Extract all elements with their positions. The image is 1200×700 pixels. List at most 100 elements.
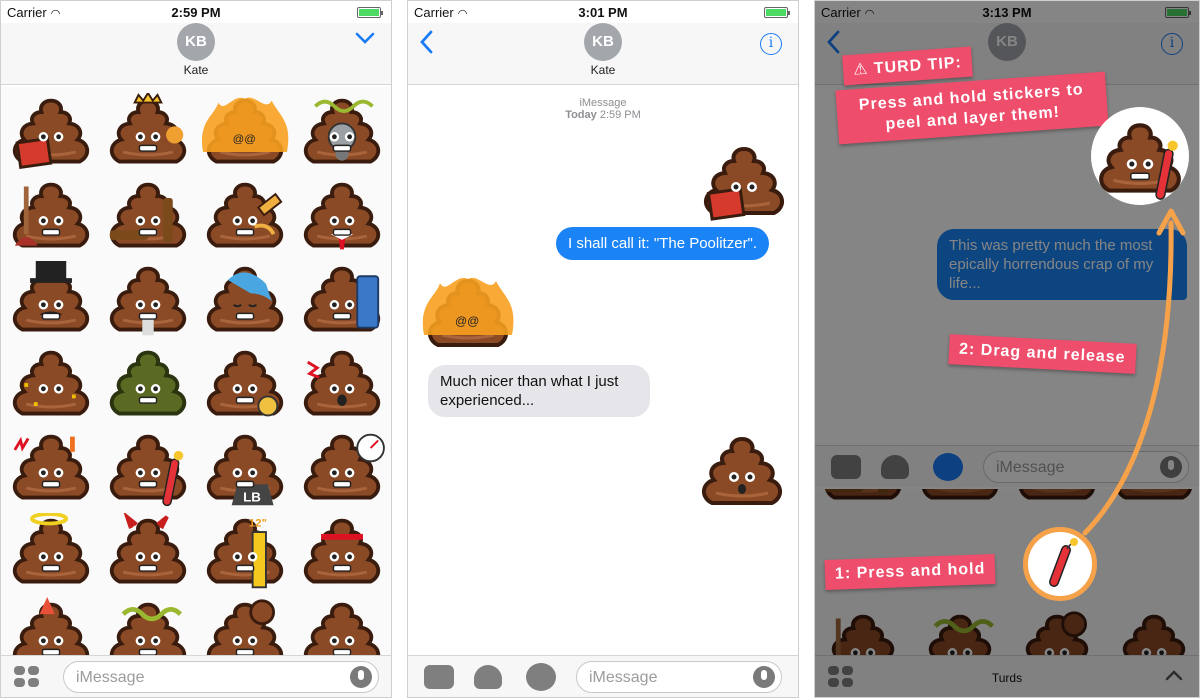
- sticker-grid: @@ LB 12": [1, 87, 391, 655]
- sent-sticker-reading[interactable]: [696, 141, 792, 230]
- devil-sticker-icon[interactable]: [102, 511, 194, 593]
- step-one-tag: 1: Press and hold: [824, 554, 996, 590]
- exploding-sticker-icon[interactable]: [296, 345, 388, 425]
- input-bar: iMessage: [408, 655, 798, 697]
- sleeping-sticker-icon[interactable]: [199, 261, 291, 341]
- sticker-cell[interactable]: [102, 91, 200, 177]
- status-bar: Carrier ◠ 2:59 PM: [1, 1, 391, 23]
- sticker-cell[interactable]: [5, 93, 103, 177]
- confetti-sticker-icon[interactable]: [5, 345, 97, 425]
- received-sticker-flaming[interactable]: @@: [420, 273, 516, 362]
- sticker-cell[interactable]: [102, 177, 200, 261]
- message-input[interactable]: iMessage: [576, 661, 782, 693]
- flaming-sticker-icon[interactable]: @@: [199, 93, 291, 173]
- sticker-cell[interactable]: @@: [199, 93, 297, 177]
- sticker-cell[interactable]: [296, 93, 391, 177]
- sticker-cell[interactable]: [5, 512, 103, 597]
- gasmask-sticker-icon[interactable]: [296, 93, 388, 173]
- ruler-sticker-icon[interactable]: 12": [199, 513, 291, 593]
- porta-potty-sticker-icon[interactable]: [296, 261, 388, 341]
- dynamite-icon: [1049, 538, 1078, 587]
- app-drawer-icon[interactable]: [14, 666, 40, 688]
- contact-avatar[interactable]: KB: [177, 23, 215, 61]
- sent-sticker-plain[interactable]: [694, 431, 790, 520]
- warning-icon: ⚠: [852, 60, 870, 79]
- paperclip-sticker-icon[interactable]: [199, 177, 291, 257]
- green-sticker-icon[interactable]: [102, 345, 194, 425]
- info-button[interactable]: i: [760, 33, 782, 55]
- speedometer-sticker-icon[interactable]: [296, 429, 388, 509]
- sticker-picker-screen: Carrier ◠ 2:59 PM KB Kate @@ LB 12" iMes…: [0, 0, 392, 698]
- conversation-screen: Carrier ◠ 3:01 PM KB Kate i iMessage Toda…: [407, 0, 799, 698]
- contact-name[interactable]: Kate: [1, 63, 391, 77]
- necktie-sticker-icon[interactable]: [296, 177, 388, 257]
- small-sticker-icon[interactable]: [296, 597, 388, 655]
- timestamp-time: 2:59 PM: [599, 109, 641, 121]
- contact-name[interactable]: Kate: [408, 63, 798, 77]
- plunger-sticker-icon[interactable]: [5, 177, 97, 257]
- party-sticker-icon[interactable]: [5, 597, 97, 655]
- conversation-header: KB Kate: [1, 23, 391, 85]
- sticker-cell[interactable]: [102, 261, 200, 345]
- sticker-cell[interactable]: [199, 261, 297, 345]
- message-input[interactable]: iMessage: [63, 661, 379, 693]
- sticker-cell[interactable]: [199, 597, 297, 655]
- headband-sticker-icon[interactable]: [296, 513, 388, 593]
- dynamite-sticker-icon[interactable]: [1091, 111, 1189, 209]
- press-target-ring[interactable]: [1023, 527, 1097, 601]
- weight-sticker-icon[interactable]: LB: [199, 429, 291, 509]
- angry-sticker-icon[interactable]: [5, 429, 97, 509]
- tophat-sticker-icon[interactable]: [5, 261, 97, 341]
- sticker-cell[interactable]: [199, 345, 297, 429]
- svg-text:12": 12": [249, 517, 267, 529]
- sticker-cell[interactable]: [296, 513, 391, 597]
- flashlight-sticker-icon[interactable]: [102, 261, 194, 341]
- sticker-cell[interactable]: [102, 345, 200, 429]
- plain-sticker-icon[interactable]: [694, 431, 790, 515]
- sticker-cell[interactable]: [102, 597, 200, 655]
- dynamite-sticker-icon[interactable]: [102, 429, 194, 509]
- back-chevron-icon[interactable]: [418, 29, 434, 60]
- message-placeholder: iMessage: [589, 669, 658, 686]
- sticker-cell[interactable]: [5, 261, 103, 345]
- sticker-cell[interactable]: [102, 511, 200, 597]
- sticker-cell[interactable]: [5, 177, 103, 261]
- incoming-message-bubble[interactable]: Much nicer than what I just experienced.…: [428, 365, 650, 417]
- alarm-clock-sticker-icon[interactable]: [199, 345, 291, 425]
- sticker-cell[interactable]: [296, 345, 391, 429]
- sticker-cell[interactable]: [5, 429, 103, 513]
- sticker-cell[interactable]: [102, 429, 200, 513]
- message-timestamp: iMessage Today 2:59 PM: [408, 97, 798, 121]
- chevron-down-icon[interactable]: [355, 31, 375, 50]
- digital-touch-icon[interactable]: [474, 665, 502, 689]
- sticker-cell[interactable]: [5, 345, 103, 429]
- outgoing-message-bubble[interactable]: I shall call it: "The Poolitzer".: [556, 227, 770, 260]
- microphone-icon[interactable]: [350, 666, 372, 688]
- flaming-sticker-icon[interactable]: @@: [420, 273, 516, 357]
- sticker-cell[interactable]: LB: [199, 429, 297, 513]
- sticker-cell[interactable]: [296, 597, 391, 655]
- halo-sticker-icon[interactable]: [5, 512, 97, 593]
- twin-sticker-icon[interactable]: [199, 597, 291, 655]
- sticker-cell[interactable]: [199, 177, 297, 261]
- stink-sticker-icon[interactable]: [102, 597, 194, 655]
- info-icon: i: [760, 33, 782, 55]
- sticker-preview-ring: [1091, 107, 1189, 205]
- app-store-icon[interactable]: [526, 663, 556, 691]
- sticker-cell[interactable]: 12": [199, 513, 297, 597]
- timestamp-day: Today: [565, 109, 597, 121]
- crowned-sticker-icon[interactable]: [102, 91, 194, 173]
- clock: 3:01 PM: [578, 5, 628, 20]
- sticker-cell[interactable]: [296, 261, 391, 345]
- service-label: iMessage: [579, 97, 627, 109]
- contact-avatar[interactable]: KB: [584, 23, 622, 61]
- microphone-icon[interactable]: [753, 666, 775, 688]
- camera-icon[interactable]: [424, 665, 454, 689]
- sticker-cell[interactable]: [296, 177, 391, 261]
- reading-sticker-icon[interactable]: [696, 141, 792, 225]
- reading-sticker-icon[interactable]: [5, 93, 97, 173]
- sticker-cell[interactable]: [296, 429, 391, 513]
- sticker-cell[interactable]: [5, 597, 103, 655]
- svg-text:@@: @@: [233, 134, 256, 146]
- bottle-sticker-icon[interactable]: [102, 177, 194, 257]
